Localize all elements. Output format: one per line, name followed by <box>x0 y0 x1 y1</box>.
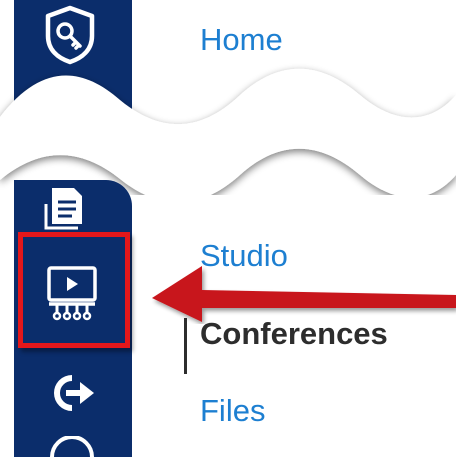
nav-link-files[interactable]: Files <box>200 393 265 429</box>
nav-link-home[interactable]: Home <box>200 22 283 58</box>
active-item-indicator <box>184 318 187 374</box>
annotation-arrow <box>152 266 456 322</box>
assignments-icon[interactable] <box>44 184 100 230</box>
help-icon[interactable] <box>44 436 100 457</box>
logout-icon[interactable] <box>44 370 100 416</box>
torn-edge-divider <box>0 68 456 195</box>
highlight-box <box>18 232 130 348</box>
